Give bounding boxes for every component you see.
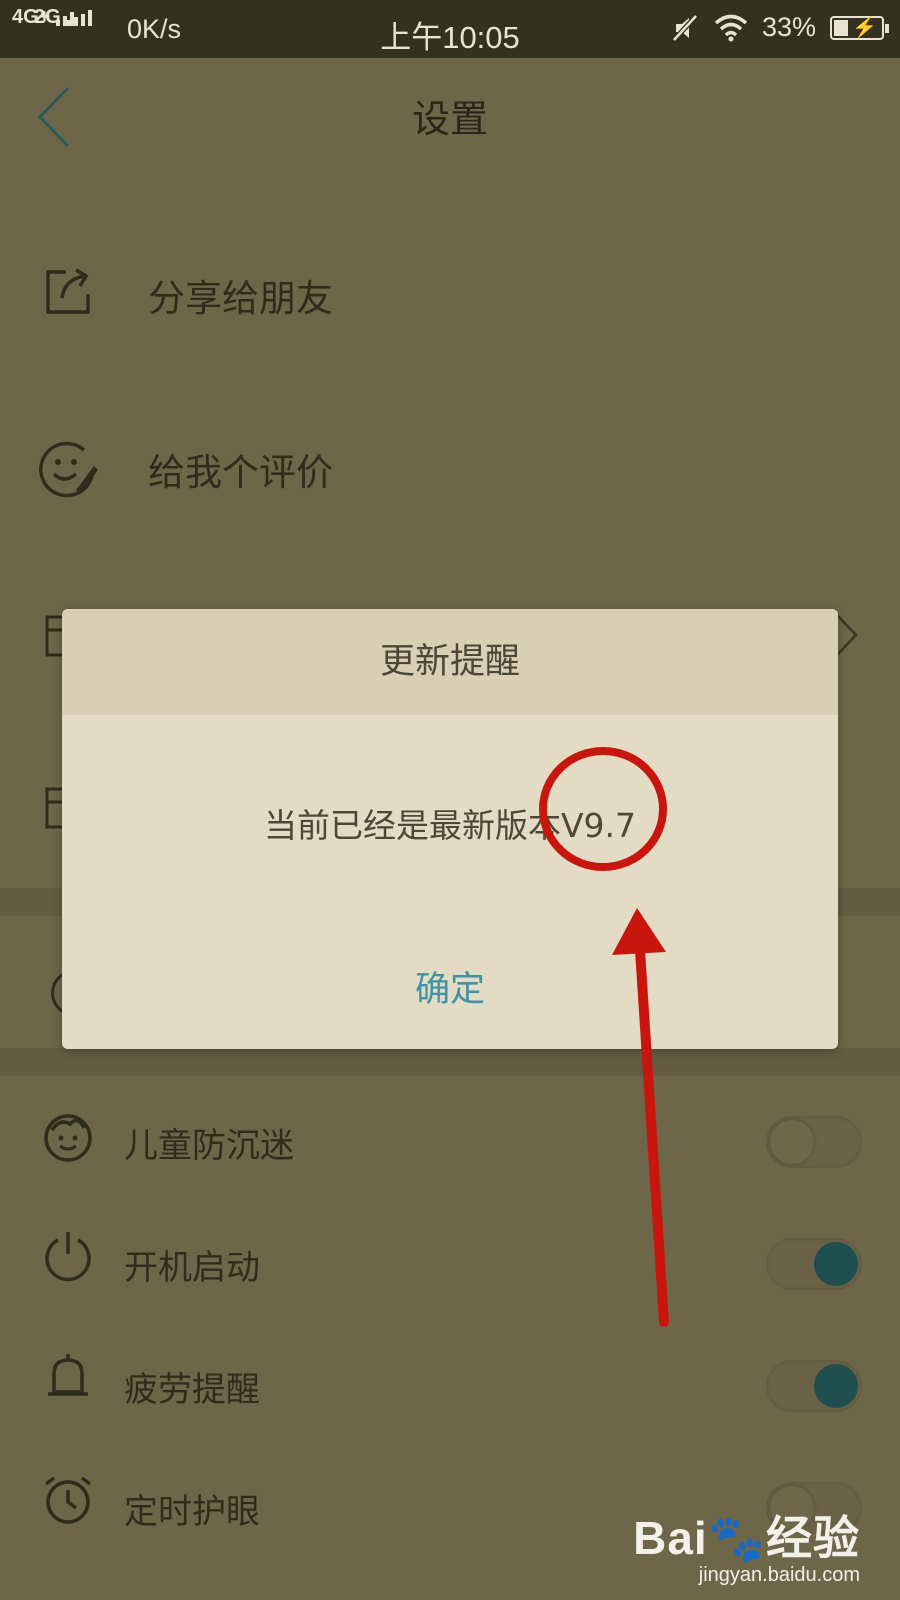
dialog-title: 更新提醒 (62, 609, 838, 715)
menu-item-rate[interactable]: 给我个评价 (0, 430, 900, 500)
paw-icon: 🐾 (707, 1512, 766, 1564)
alarm-icon (44, 1476, 92, 1524)
ok-button[interactable]: 确定 (62, 961, 838, 1012)
bell-icon (48, 1354, 88, 1396)
setting-label: 定时护眼 (124, 1492, 260, 1532)
wifi-icon (714, 14, 748, 41)
status-bar: 4G+ 2G 0K/s 上午10:05 33% ⚡ (0, 0, 900, 58)
smile-edit-icon (39, 441, 98, 498)
setting-row-child-lock: 儿童防沉迷 (0, 1088, 900, 1188)
battery-icon: ⚡ (830, 15, 889, 40)
menu-item-share[interactable]: 分享给朋友 (0, 258, 900, 328)
dialog-message: 当前已经是最新版本V9.7 (263, 806, 637, 845)
share-icon (46, 268, 90, 314)
watermark-brand: Bai (633, 1512, 708, 1564)
page-title: 设置 (411, 97, 488, 141)
menu-item-label: 分享给朋友 (148, 277, 333, 320)
toggle-switch[interactable] (766, 1360, 862, 1412)
setting-label: 儿童防沉迷 (124, 1126, 294, 1166)
baidu-watermark: Bai🐾经验 jingyan.baidu.com (633, 1502, 860, 1587)
setting-row-boot-start: 开机启动 (0, 1210, 900, 1310)
watermark-brand-suffix: 经验 (766, 1512, 860, 1564)
child-face-icon (44, 1114, 92, 1162)
section-divider (0, 1048, 900, 1076)
toggle-switch[interactable] (766, 1116, 862, 1168)
power-icon (45, 1232, 91, 1282)
battery-percent: 33% (761, 12, 816, 42)
menu-item-label: 给我个评价 (148, 451, 333, 494)
mute-icon (672, 13, 698, 42)
setting-label: 疲劳提醒 (124, 1370, 260, 1410)
top-bar: 设置 (0, 58, 900, 178)
setting-label: 开机启动 (124, 1248, 260, 1288)
toggle-switch[interactable] (766, 1238, 862, 1290)
update-dialog: 更新提醒 当前已经是最新版本V9.7 确定 (62, 609, 838, 1049)
setting-row-fatigue: 疲劳提醒 (0, 1332, 900, 1432)
